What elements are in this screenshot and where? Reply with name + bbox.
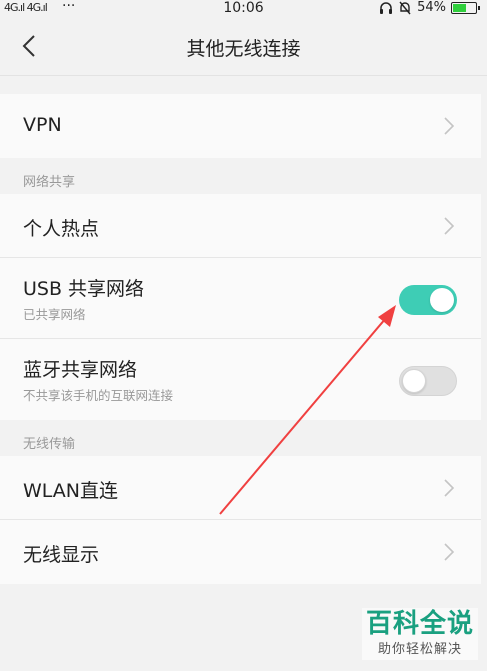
page-title: 其他无线连接	[186, 38, 301, 60]
headset-icon	[380, 1, 393, 14]
chevron-right-icon	[444, 479, 455, 497]
settings-item-label: 个人热点	[23, 218, 100, 240]
settings-item-wireless-display[interactable]: 无线显示	[0, 520, 481, 584]
wireless-transfer-group: WLAN直连 无线显示	[0, 456, 481, 584]
settings-item-label: 无线显示	[23, 544, 100, 566]
chevron-right-icon	[444, 217, 455, 235]
battery-percent: 54%	[417, 0, 446, 15]
settings-item-label: 蓝牙共享网络	[23, 359, 138, 381]
usb-tethering-toggle[interactable]	[399, 285, 457, 315]
section-header-network-sharing: 网络共享	[23, 175, 76, 190]
settings-item-subtitle: 不共享该手机的互联网连接	[23, 388, 174, 403]
toggle-knob	[402, 369, 426, 393]
chevron-right-icon	[444, 117, 455, 135]
settings-item-subtitle: 已共享网络	[23, 307, 86, 322]
settings-item-usb-tethering[interactable]: USB 共享网络 已共享网络	[0, 258, 481, 339]
watermark-logo: 百科全说 助你轻松解决	[362, 608, 478, 666]
settings-item-label: USB 共享网络	[23, 278, 145, 300]
bluetooth-tethering-toggle[interactable]	[399, 366, 457, 396]
chevron-right-icon	[444, 543, 455, 561]
nav-bar: 其他无线连接	[0, 18, 487, 76]
toggle-knob	[430, 288, 454, 312]
settings-item-bluetooth-tethering[interactable]: 蓝牙共享网络 不共享该手机的互联网连接	[0, 339, 481, 420]
settings-item-hotspot[interactable]: 个人热点	[0, 194, 481, 258]
watermark-title: 百科全说	[362, 608, 478, 640]
settings-item-label: VPN	[23, 114, 62, 136]
settings-item-wlan-direct[interactable]: WLAN直连	[0, 456, 481, 520]
battery-icon	[451, 1, 480, 14]
section-header-wireless-transfer: 无线传输	[23, 437, 76, 452]
settings-item-label: WLAN直连	[23, 480, 119, 502]
bell-muted-icon	[399, 1, 411, 14]
status-bar: 4G.ıl 4G.ıl ··· 10:06 54%	[0, 0, 487, 18]
network-sharing-group: 个人热点 USB 共享网络 已共享网络 蓝牙共享网络 不共享该手机的互联网连接	[0, 194, 481, 420]
vpn-group: VPN	[0, 94, 481, 158]
settings-item-vpn[interactable]: VPN	[0, 94, 481, 158]
watermark-subtitle: 助你轻松解决	[362, 640, 478, 660]
